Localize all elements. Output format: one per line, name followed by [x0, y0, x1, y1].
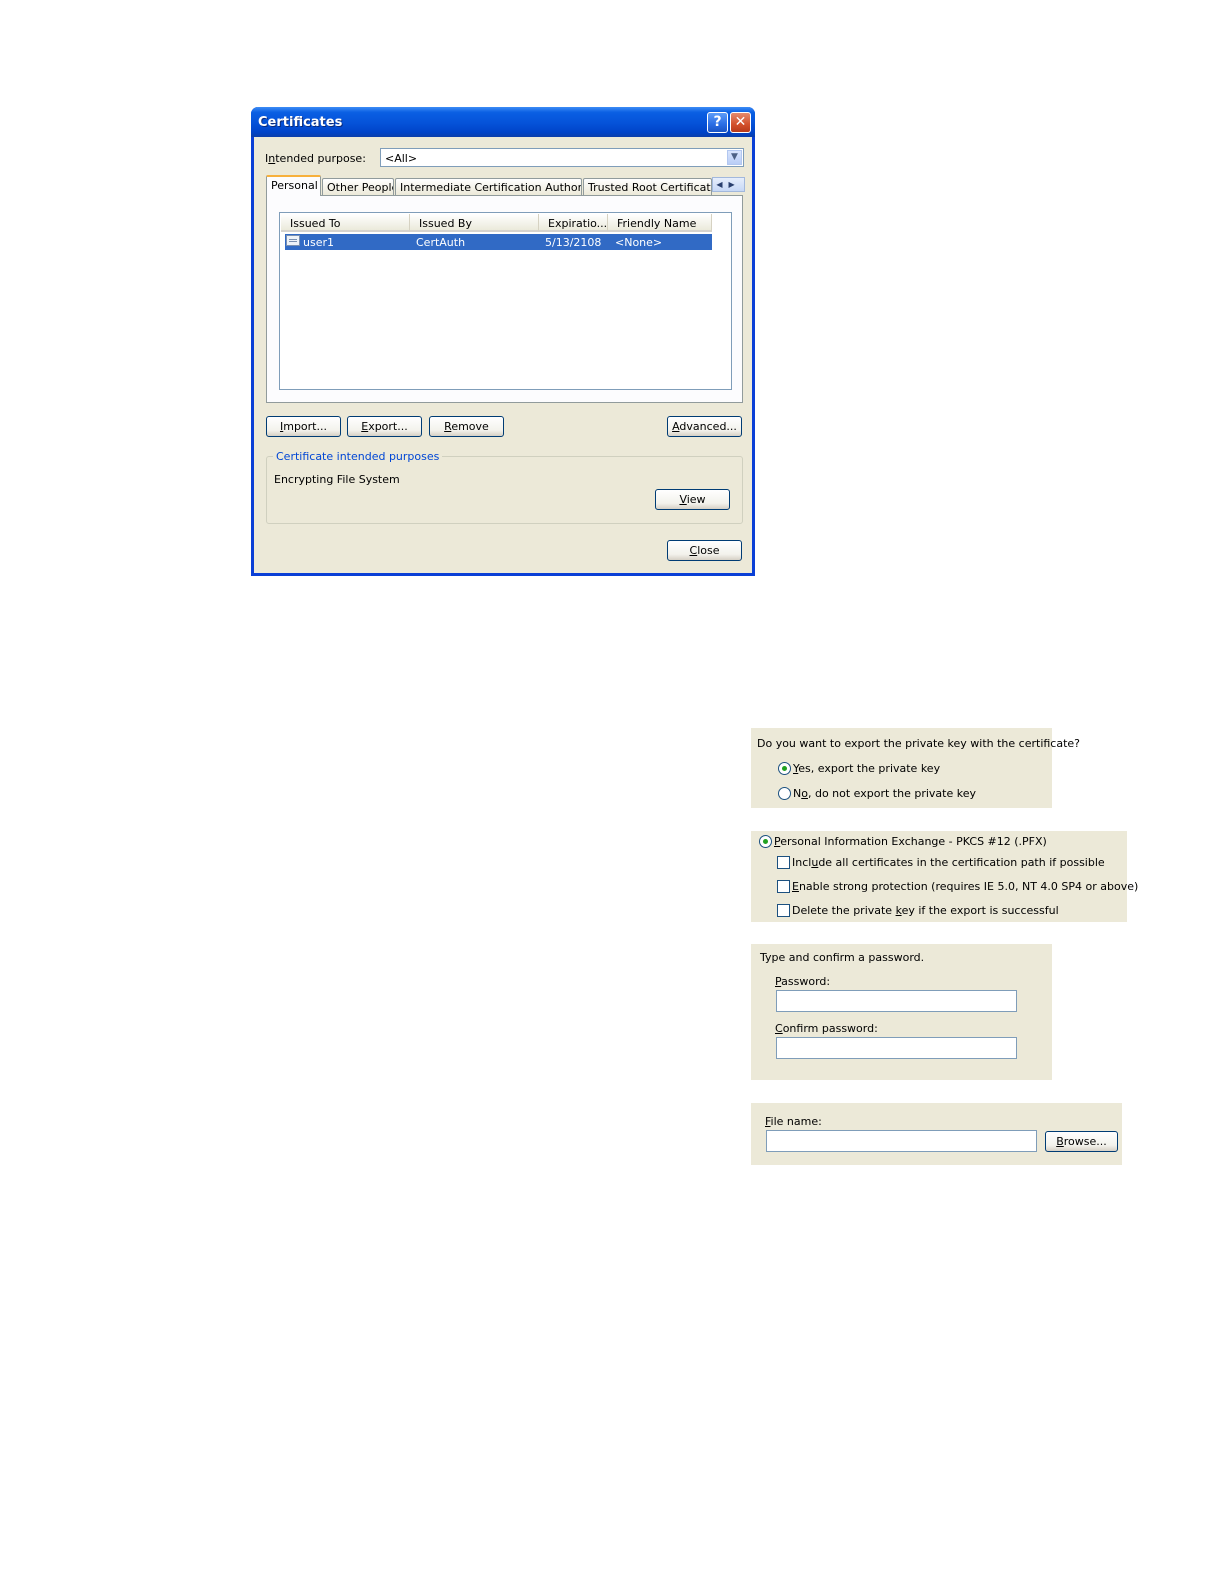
export-label: xport...: [368, 420, 408, 433]
radio-no-export[interactable]: [778, 787, 791, 800]
view-button[interactable]: View: [655, 489, 730, 510]
tab-other-people[interactable]: Other People: [322, 178, 394, 195]
view-key: V: [679, 493, 687, 506]
advanced-button[interactable]: Advanced...: [667, 416, 742, 437]
title-bar[interactable]: Certificates ? ✕: [251, 107, 755, 137]
radio-no-key: o: [801, 787, 808, 800]
close-label: lose: [697, 544, 720, 557]
certificates-dialog: Certificates ? ✕ Intended purpose: <All>…: [251, 107, 755, 576]
radio-yes-export[interactable]: [778, 762, 791, 775]
radio-pfx-format-label[interactable]: Personal Information Exchange - PKCS #12…: [774, 835, 1047, 848]
confirm-label-key: C: [775, 1022, 783, 1035]
remove-label: emove: [451, 420, 489, 433]
pfx-rest: ersonal Information Exchange - PKCS #12 …: [780, 835, 1047, 848]
password-label: Password:: [775, 975, 830, 988]
cell-issued-to: user1: [303, 236, 334, 249]
strong-rest: nable strong protection (requires IE 5.0…: [798, 880, 1139, 893]
intended-purpose-select[interactable]: <All> ▼: [380, 148, 744, 167]
column-issued-by[interactable]: Issued By: [410, 214, 539, 232]
checkbox-delete-private-key-label[interactable]: Delete the private key if the export is …: [792, 904, 1059, 917]
file-name-label-rest: ile name:: [770, 1115, 822, 1128]
import-button[interactable]: Import...: [266, 416, 341, 437]
tab-panel: Issued To Issued By Expiratio... Friendl…: [266, 195, 743, 403]
cell-friendly-name: <None>: [615, 236, 663, 249]
radio-yes-export-label[interactable]: Yes, export the private key: [793, 762, 940, 775]
browse-button[interactable]: Browse...: [1045, 1131, 1118, 1152]
certificate-icon: [286, 235, 300, 246]
table-row[interactable]: user1 CertAuth 5/13/2108 <None>: [285, 234, 712, 250]
password-input[interactable]: [776, 990, 1017, 1012]
checkbox-include-cert-path-label[interactable]: Include all certificates in the certific…: [792, 856, 1105, 869]
password-prompt: Type and confirm a password.: [760, 951, 925, 964]
intended-purpose-value: <All>: [385, 152, 418, 165]
remove-button[interactable]: Remove: [429, 416, 504, 437]
export-button[interactable]: Export...: [347, 416, 422, 437]
file-name-input[interactable]: [766, 1130, 1037, 1152]
radio-no-rest: , do not export the private key: [807, 787, 977, 800]
pfx-format-panel: Personal Information Exchange - PKCS #12…: [751, 831, 1138, 922]
tab-personal[interactable]: Personal: [266, 175, 321, 196]
file-name-panel: File name: Browse...: [751, 1103, 1122, 1165]
import-label: mport...: [283, 420, 327, 433]
include-rest: de all certificates in the certification…: [818, 856, 1105, 869]
cell-issued-by: CertAuth: [416, 236, 466, 249]
browse-key: B: [1056, 1135, 1064, 1148]
chevron-down-icon[interactable]: ▼: [727, 150, 742, 165]
radio-yes-rest: es, export the private key: [798, 762, 941, 775]
tab-scroll-arrows-icon[interactable]: ◀▶: [712, 177, 745, 192]
column-issued-to[interactable]: Issued To: [281, 214, 410, 232]
checkbox-include-cert-path[interactable]: [777, 856, 790, 869]
browse-label: rowse...: [1063, 1135, 1107, 1148]
view-label: iew: [686, 493, 706, 506]
intended-purpose-label: Intended purpose:: [265, 152, 366, 165]
tab-trusted-root-ca[interactable]: Trusted Root Certification Authorities: [583, 178, 712, 195]
intended-purpose-label-rest: tended purpose:: [275, 152, 366, 165]
tab-intermediate-ca[interactable]: Intermediate Certification Authorities: [395, 178, 582, 195]
dialog-title: Certificates: [258, 115, 343, 130]
close-icon[interactable]: ✕: [730, 112, 751, 133]
advanced-label: dvanced...: [679, 420, 737, 433]
certificate-list[interactable]: Issued To Issued By Expiratio... Friendl…: [279, 212, 732, 390]
password-label-rest: assword:: [781, 975, 831, 988]
export-private-key-panel: Do you want to export the private key wi…: [751, 728, 1080, 808]
confirm-password-input[interactable]: [776, 1037, 1017, 1059]
include-pre: Incl: [792, 856, 812, 869]
delete-rest: ey if the export is successful: [901, 904, 1059, 917]
file-name-label: File name:: [765, 1115, 822, 1128]
radio-no-export-label[interactable]: No, do not export the private key: [793, 787, 976, 800]
intended-purposes-value: Encrypting File System: [274, 473, 400, 486]
confirm-password-label: Confirm password:: [775, 1022, 878, 1035]
help-icon[interactable]: ?: [707, 112, 728, 133]
export-private-key-question: Do you want to export the private key wi…: [757, 737, 1081, 750]
checkbox-strong-protection[interactable]: [777, 880, 790, 893]
intended-purposes-legend: Certificate intended purposes: [273, 450, 443, 463]
column-expiration[interactable]: Expiratio...: [539, 214, 608, 232]
close-button[interactable]: Close: [667, 540, 742, 561]
strong-key: E: [792, 880, 799, 893]
checkbox-delete-private-key[interactable]: [777, 904, 790, 917]
column-friendly-name[interactable]: Friendly Name: [608, 214, 712, 232]
radio-no-pre: N: [793, 787, 802, 800]
radio-pfx-format[interactable]: [759, 835, 772, 848]
checkbox-strong-protection-label[interactable]: Enable strong protection (requires IE 5.…: [792, 880, 1138, 893]
password-panel: Type and confirm a password. Password: C…: [751, 944, 1052, 1080]
cell-expiration: 5/13/2108: [545, 236, 602, 249]
delete-pre: Delete the private: [792, 904, 896, 917]
confirm-label-rest: onfirm password:: [782, 1022, 878, 1035]
